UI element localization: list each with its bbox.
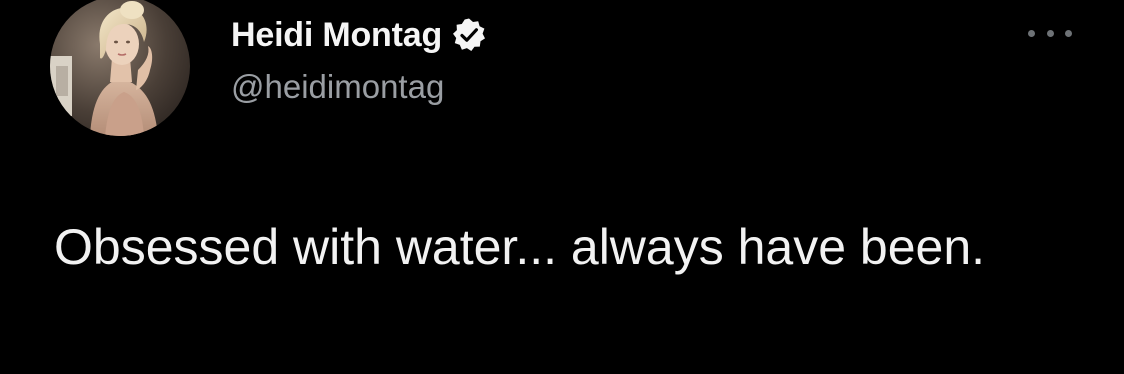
more-horizontal-icon [1046,29,1054,37]
profile-photo-icon [50,0,190,136]
tweet-card: Heidi Montag @heidimontag Obsessed with … [0,0,1124,374]
author-handle[interactable]: @heidimontag [231,68,444,106]
more-horizontal-icon [1065,29,1072,37]
author-display-name[interactable]: Heidi Montag [231,16,442,55]
verified-badge-icon [451,17,487,53]
author-name-row: Heidi Montag [231,14,487,56]
more-horizontal-icon [1028,29,1035,37]
more-options-button[interactable] [1028,20,1072,46]
author-avatar[interactable] [50,0,190,136]
tweet-text: Obsessed with water... always have been. [54,219,986,275]
